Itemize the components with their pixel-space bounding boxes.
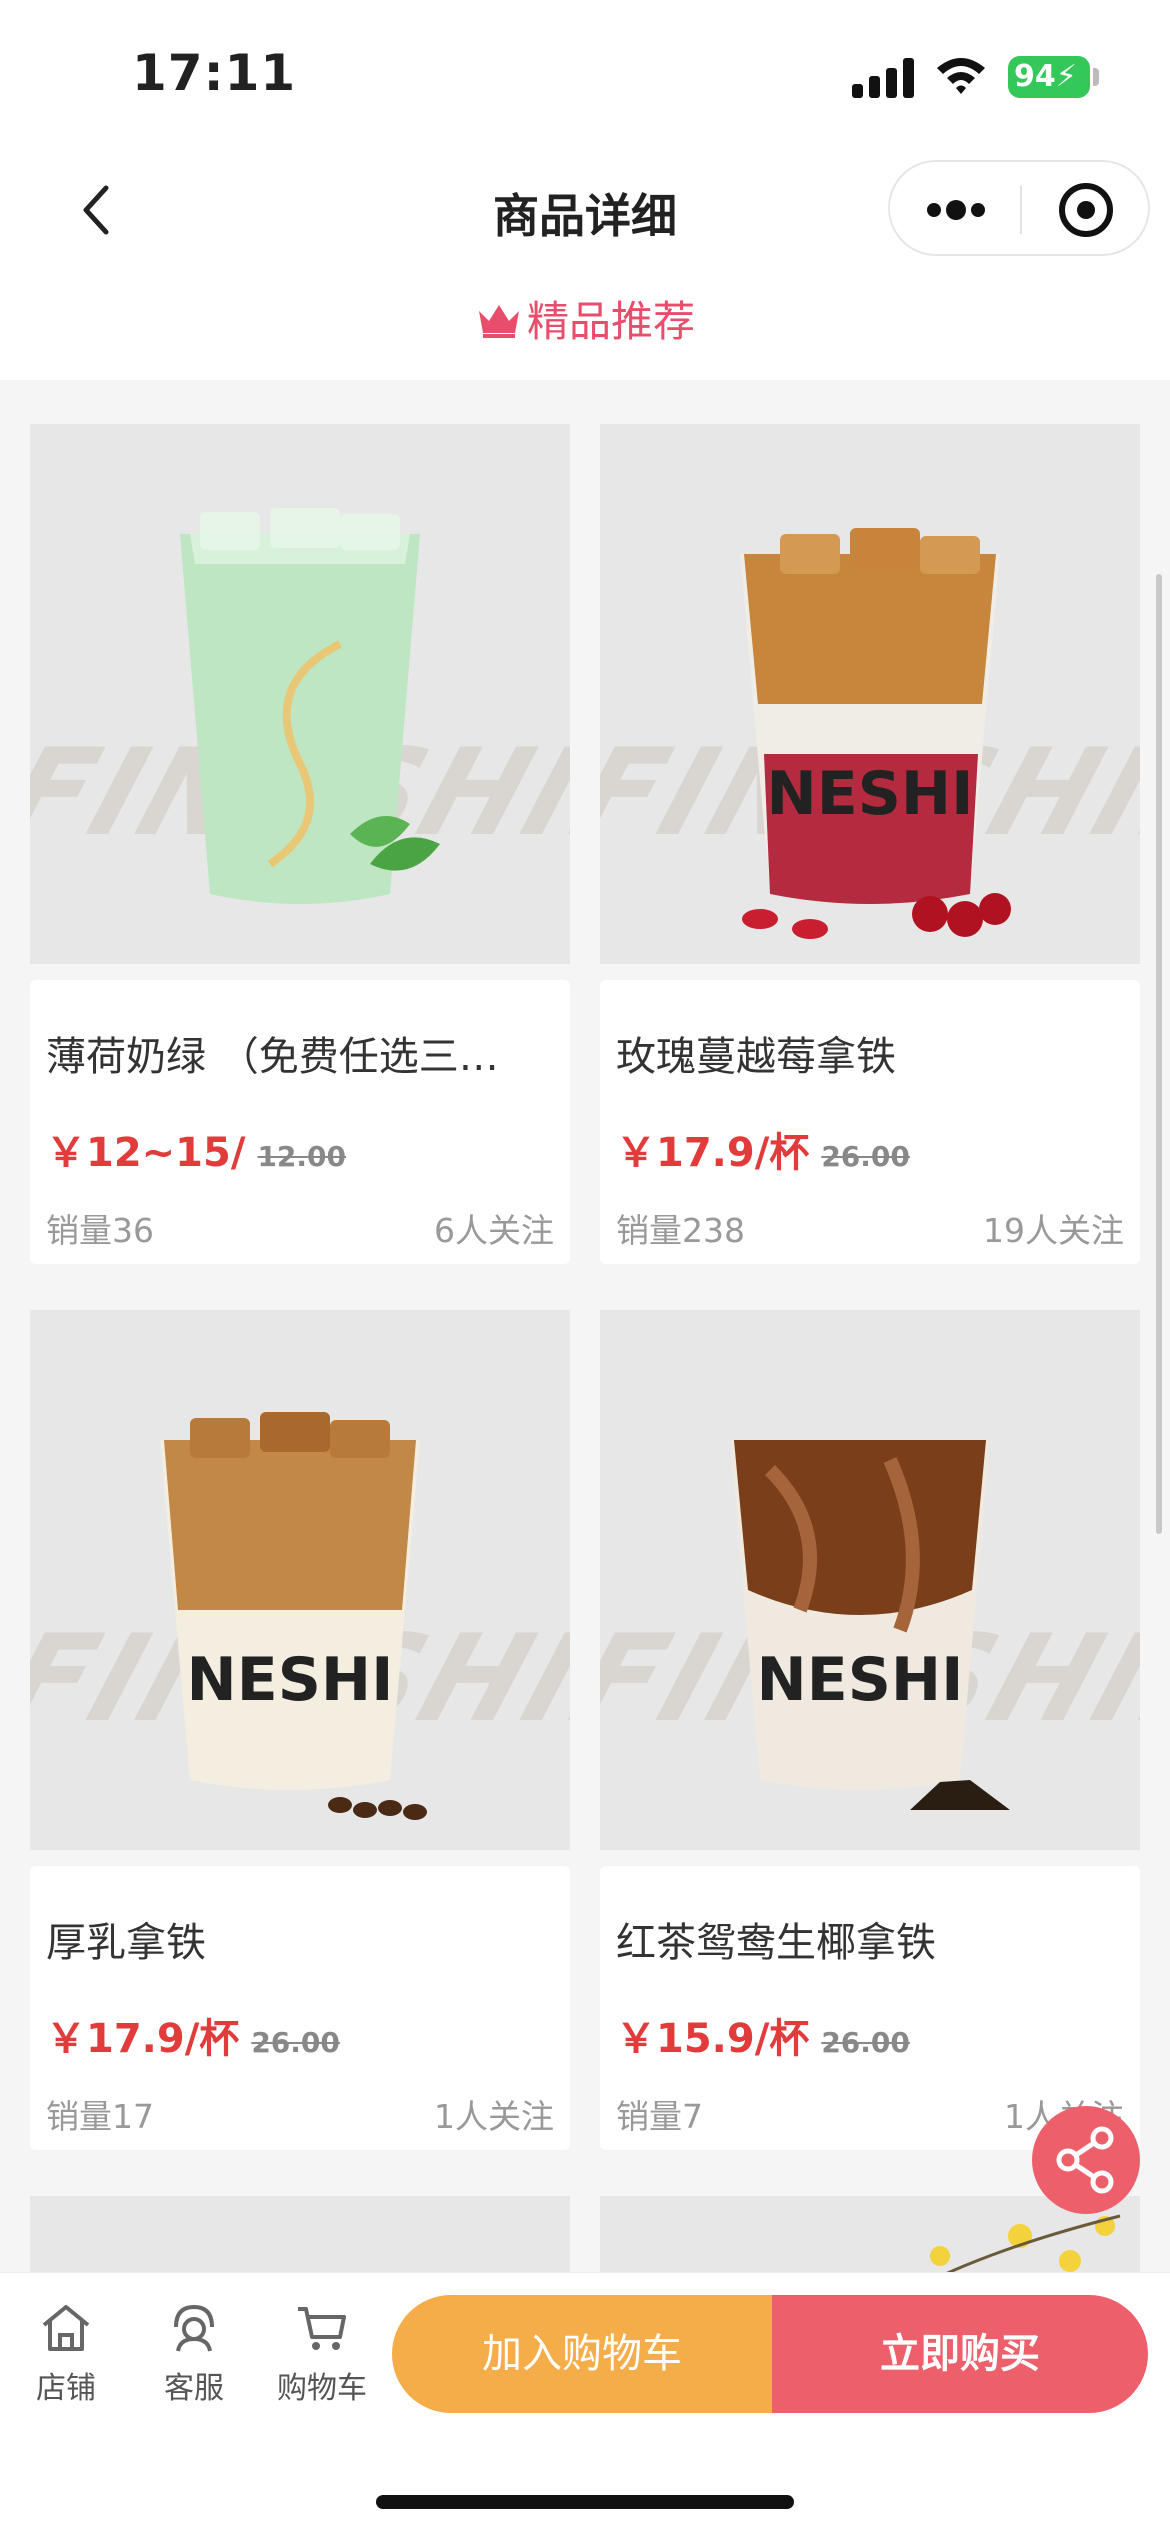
cup-brand-text: NESHI <box>187 1645 394 1715</box>
tea-latte-icon: NESHI <box>730 1440 1010 1810</box>
original-price: 26.00 <box>821 2026 910 2059</box>
sales-count: 销量17 <box>46 2097 154 2136</box>
follow-count: 6人关注 <box>434 1211 554 1250</box>
close-target-icon[interactable] <box>1056 180 1116 240</box>
original-price: 12.00 <box>257 1140 347 1173</box>
nav-bar: 商品详细 <box>0 150 1170 280</box>
product-info: 玫瑰蔓越莓拿铁 ￥17.9/杯 26.00 销量238 19人关注 <box>600 980 1140 1264</box>
home-indicator <box>376 2495 794 2509</box>
product-name: 红茶鸳鸯生椰拿铁 <box>616 1920 936 1966</box>
store-icon <box>42 2305 90 2351</box>
capsule-divider <box>1020 186 1022 234</box>
cart-label: 购物车 <box>277 2371 367 2406</box>
cart-icon <box>298 2307 346 2350</box>
price-row: ￥17.9/杯 26.00 <box>616 1120 910 1178</box>
product-price: ￥17.9/杯 <box>46 2016 240 2062</box>
product-name: 厚乳拿铁 <box>46 1920 206 1966</box>
product-info: 薄荷奶绿 （免费任选三… ￥12~15/ 12.00 销量36 6人关注 <box>30 980 570 1264</box>
product-name: 玫瑰蔓越莓拿铁 <box>616 1034 896 1080</box>
sales-count: 销量36 <box>46 1211 154 1250</box>
sales-count: 销量238 <box>616 1211 745 1250</box>
buy-now-button[interactable]: 立即购买 <box>772 2295 1148 2413</box>
product-card[interactable]: FINESHINE NESHI 厚乳拿铁 ￥17.9/杯 26.00 销量17 … <box>30 1310 570 2150</box>
battery-level: 94 <box>1014 59 1056 94</box>
store-button[interactable]: 店铺 <box>6 2299 126 2409</box>
follow-count: 1人关注 <box>434 2097 554 2136</box>
price-row: ￥12~15/ 12.00 <box>46 1120 346 1178</box>
add-to-cart-button[interactable]: 加入购物车 <box>392 2295 772 2413</box>
product-image[interactable]: FINESHINE <box>30 424 570 964</box>
recommend-section-header: 精品推荐 <box>0 280 1170 380</box>
cup-brand-text: NESHI <box>757 1645 964 1715</box>
rose-latte-icon: NESHI <box>740 528 1011 939</box>
product-price: ￥12~15/ <box>46 1130 246 1176</box>
follow-count: 19人关注 <box>983 1211 1124 1250</box>
original-price: 26.00 <box>251 2026 340 2059</box>
original-price: 26.00 <box>821 1140 910 1173</box>
product-name: 薄荷奶绿 （免费任选三… <box>46 1034 499 1080</box>
product-image[interactable]: FINESHINE NESHI <box>30 1310 570 1850</box>
battery-cap <box>1093 68 1099 86</box>
status-time: 17:11 <box>132 44 297 102</box>
status-bar: 17:11 94⚡ <box>0 0 1170 150</box>
recommend-label: 精品推荐 <box>526 297 695 346</box>
cart-button[interactable]: 购物车 <box>262 2299 382 2409</box>
product-card[interactable]: FINESHINE 薄荷奶绿 （免费任选三… ￥12~15/ 12.00 销量3… <box>30 424 570 1264</box>
service-button[interactable]: 客服 <box>134 2299 254 2409</box>
product-info: 厚乳拿铁 ￥17.9/杯 26.00 销量17 1人关注 <box>30 1866 570 2150</box>
product-price: ￥17.9/杯 <box>616 1130 810 1176</box>
sales-count: 销量7 <box>616 2097 703 2136</box>
battery-icon: 94⚡ <box>1008 56 1090 98</box>
price-row: ￥15.9/杯 26.00 <box>616 2006 910 2064</box>
mini-program-capsule <box>888 160 1150 256</box>
bottom-action-bar: 店铺 客服 购物车 加入购物车 立即购买 <box>0 2272 1170 2532</box>
product-price: ￥15.9/杯 <box>616 2016 810 2062</box>
wifi-icon <box>937 58 985 94</box>
store-label: 店铺 <box>36 2371 96 2406</box>
customer-service-icon <box>174 2304 214 2352</box>
crown-icon <box>478 304 519 338</box>
product-card[interactable]: FINESHINE NESHI 玫瑰蔓越莓拿铁 ￥17.9/杯 26.00 销量… <box>600 424 1140 1264</box>
product-image[interactable]: FINESHINE NESHI <box>600 1310 1140 1850</box>
product-card[interactable]: FINESHINE NESHI 红茶鸳鸯生椰拿铁 ￥15.9/杯 26.00 销… <box>600 1310 1140 2150</box>
service-label: 客服 <box>164 2371 224 2406</box>
price-row: ￥17.9/杯 26.00 <box>46 2006 340 2064</box>
product-image[interactable]: FINESHINE NESHI <box>600 424 1140 964</box>
share-icon <box>1056 2126 1114 2194</box>
more-icon[interactable] <box>924 196 988 224</box>
scrollbar[interactable] <box>1156 574 1162 1534</box>
signal-icon <box>852 58 914 98</box>
mint-drink-icon <box>180 508 440 904</box>
cup-brand-text: NESHI <box>767 759 974 829</box>
latte-drink-icon: NESHI <box>160 1412 427 1820</box>
share-button[interactable] <box>1032 2106 1140 2214</box>
